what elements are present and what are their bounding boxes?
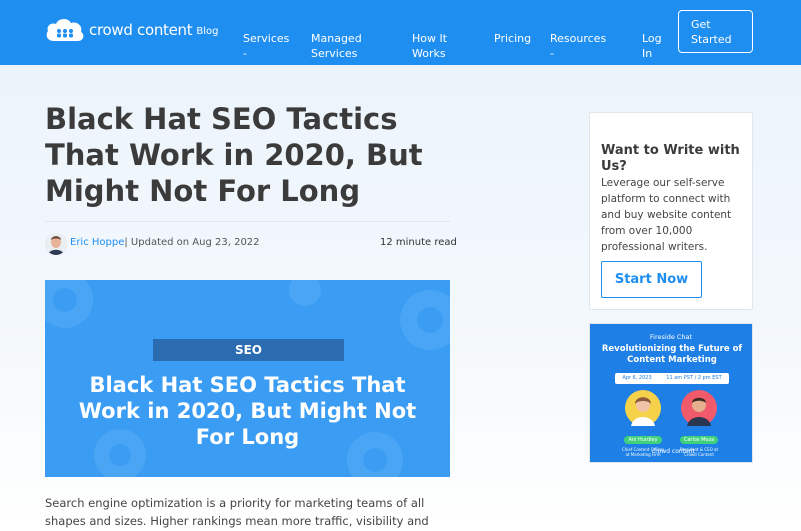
site-logo[interactable]: crowd content Blog bbox=[44, 16, 218, 44]
speaker-2: Carlos Meza President & CEO at Crowd Con… bbox=[676, 390, 722, 457]
title-divider bbox=[45, 221, 450, 222]
write-card-body: Leverage our self-serve platform to conn… bbox=[601, 177, 732, 253]
author-avatar bbox=[45, 233, 67, 255]
write-with-us-card: Want to Write with Us? Leverage our self… bbox=[589, 112, 753, 310]
article-title: Black Hat SEO Tactics That Work in 2020,… bbox=[45, 102, 423, 208]
promo-time: 11 am PST / 2 pm EST bbox=[666, 375, 722, 381]
fireside-chat-banner[interactable]: Fireside Chat Revolutionizing the Future… bbox=[589, 323, 753, 463]
promo-logo: crowd content bbox=[652, 448, 695, 455]
speaker-2-photo-icon bbox=[681, 390, 717, 426]
logo-blog-label: Blog bbox=[196, 26, 219, 37]
author-photo-icon bbox=[45, 233, 67, 255]
article-byline: Eric Hoppe| Updated on Aug 23, 2022 bbox=[70, 237, 260, 248]
promo-eyebrow: Fireside Chat bbox=[649, 333, 693, 341]
speaker-1-name: Ani Hurdley bbox=[624, 436, 662, 444]
read-time: 12 minute read bbox=[380, 237, 457, 248]
promo-date: Apr 6, 2023 bbox=[622, 375, 652, 381]
author-link[interactable]: Eric Hoppe bbox=[70, 237, 124, 248]
nav-log-in-label: Log In bbox=[642, 32, 662, 60]
speaker-2-name: Carlos Meza bbox=[679, 436, 719, 444]
nav-services-label: Services bbox=[243, 32, 290, 45]
nav-pricing[interactable]: Pricing bbox=[494, 16, 531, 46]
nav-how-it-works-label: How It Works bbox=[412, 32, 448, 60]
nav-resources[interactable]: Resources - bbox=[550, 16, 606, 76]
nav-services-dropdown-indicator: - bbox=[243, 47, 247, 60]
article-intro: Search engine optimization is a priority… bbox=[45, 496, 429, 528]
promo-title: Revolutionizing the Future of Content Ma… bbox=[601, 344, 743, 365]
cloud-logo-icon bbox=[46, 18, 84, 41]
site-header: crowd content Blog Services - Managed Se… bbox=[0, 0, 801, 65]
nav-how-it-works[interactable]: How It Works bbox=[412, 16, 447, 61]
nav-managed-services[interactable]: Managed Services bbox=[311, 16, 362, 61]
logo-wordmark: crowd content bbox=[89, 21, 193, 39]
nav-log-in[interactable]: Log In bbox=[642, 16, 662, 61]
hero-category-tag: SEO bbox=[153, 339, 344, 361]
nav-managed-services-label: Managed Services bbox=[311, 32, 362, 60]
nav-pricing-label: Pricing bbox=[494, 32, 532, 45]
nav-resources-label: Resources bbox=[550, 32, 607, 45]
write-card-title: Want to Write with Us? bbox=[601, 143, 740, 174]
get-started-button[interactable]: Get Started bbox=[678, 10, 753, 53]
hero-title: Black Hat SEO Tactics That Work in 2020,… bbox=[78, 373, 417, 449]
speaker-1: Ani Hurdley Chief Content Officer at Mar… bbox=[620, 390, 666, 457]
speaker-1-photo-icon bbox=[625, 390, 661, 426]
hero-image: SEO Black Hat SEO Tactics That Work in 2… bbox=[45, 280, 450, 477]
updated-date: | Updated on Aug 23, 2022 bbox=[124, 237, 260, 248]
nav-resources-dropdown-indicator: - bbox=[550, 47, 554, 60]
nav-services[interactable]: Services - bbox=[243, 16, 289, 76]
promo-date-bar: Apr 6, 2023 11 am PST / 2 pm EST bbox=[615, 373, 729, 384]
start-now-button[interactable]: Start Now bbox=[601, 261, 702, 298]
